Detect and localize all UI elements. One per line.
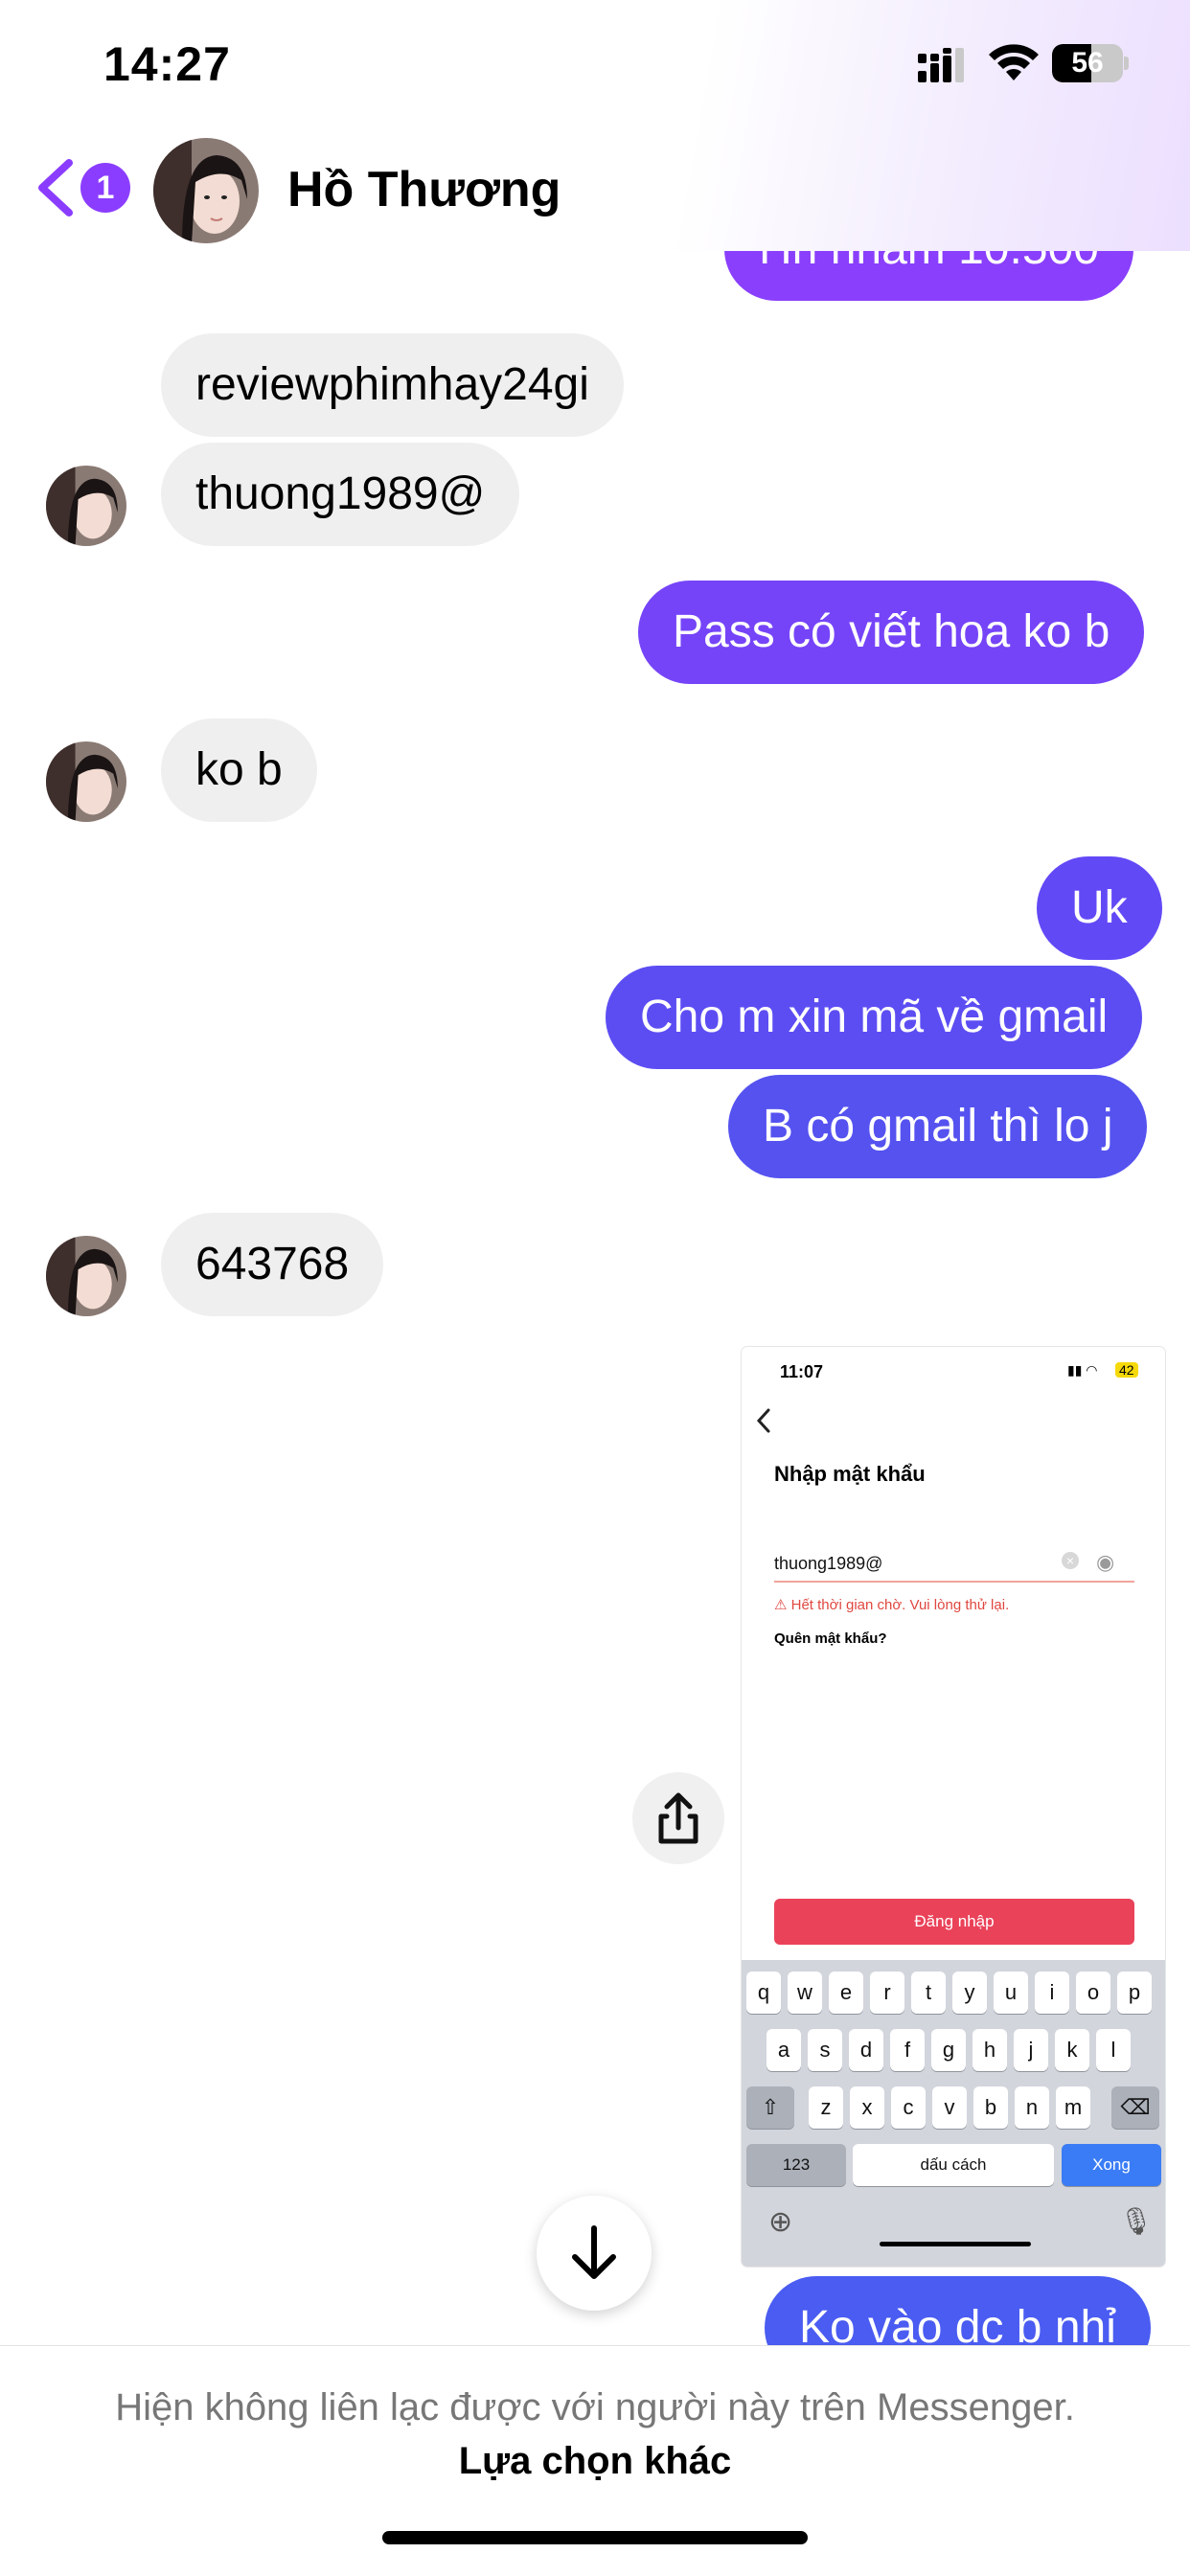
attachment-error: Hết thời gian chờ. Vui lòng thử lại. xyxy=(790,1597,1010,1613)
message-bubble-incoming[interactable]: thuong1989@ xyxy=(161,443,520,546)
globe-icon: ⊕ xyxy=(768,2206,793,2238)
cellular-signal-icon xyxy=(918,48,964,82)
message-bubble-outgoing[interactable]: B có gmail thì lo j xyxy=(728,1075,1148,1178)
key-e: e xyxy=(829,1972,863,2014)
key-numbers: 123 xyxy=(746,2144,846,2186)
key-y: y xyxy=(952,1972,987,2014)
avatar-photo xyxy=(153,138,259,243)
delete-icon: ⌫ xyxy=(1111,2086,1159,2129)
key-m: m xyxy=(1056,2086,1090,2129)
avatar-photo xyxy=(46,1236,126,1316)
message-bubble-incoming[interactable]: ko b xyxy=(161,718,317,822)
key-w: w xyxy=(788,1972,822,2014)
share-button[interactable] xyxy=(632,1772,724,1864)
key-d: d xyxy=(849,2029,883,2071)
clear-icon: × xyxy=(1062,1552,1079,1569)
key-j: j xyxy=(1014,2029,1048,2071)
key-r: r xyxy=(870,1972,904,2014)
chevron-left-icon xyxy=(756,1408,770,1433)
contact-avatar-small[interactable] xyxy=(46,741,126,822)
contact-avatar-small[interactable] xyxy=(46,466,126,546)
message-bubble-outgoing[interactable]: Uk xyxy=(1037,856,1162,960)
key-o: o xyxy=(1076,1972,1110,2014)
attachment-keyboard: q w e r t y u i o p a s d f g h j k l ⇧ z x c v b n m ⌫ 123 dấu cách X… xyxy=(742,1960,1165,2267)
image-attachment[interactable]: 11:07 ▮▮ ◠ 42 Nhập mật khẩu thuong1989@ … xyxy=(742,1347,1165,2267)
attachment-error-text: ⚠ Hết thời gian chờ. Vui lòng thử lại. xyxy=(774,1597,1010,1613)
key-z: z xyxy=(809,2086,843,2129)
key-f: f xyxy=(890,2029,925,2071)
key-q: q xyxy=(746,1972,781,2014)
share-icon xyxy=(658,1792,698,1844)
message-bubble-outgoing[interactable]: Pass có viết hoa ko b xyxy=(638,581,1145,684)
microphone-icon: 🎙 xyxy=(1119,2206,1154,2236)
other-options-link[interactable]: Lựa chọn khác xyxy=(0,2440,1190,2483)
key-b: b xyxy=(973,2086,1008,2129)
attachment-status-icons: ▮▮ ◠ xyxy=(1067,1362,1098,1378)
key-a: a xyxy=(767,2029,801,2071)
avatar-photo xyxy=(46,741,126,822)
attachment-status-time: 11:07 xyxy=(780,1362,824,1381)
home-indicator xyxy=(382,2531,808,2544)
status-time: 14:27 xyxy=(103,37,231,91)
conversation-header: 14:27 56 1 Hồ Thương xyxy=(0,0,1190,251)
key-p: p xyxy=(1117,1972,1152,2014)
message-bubble-outgoing[interactable]: Cho m xin mã về gmail xyxy=(606,966,1143,1069)
attachment-home-indicator xyxy=(880,2242,1031,2246)
attachment-battery: 42 xyxy=(1115,1362,1138,1378)
shift-icon: ⇧ xyxy=(746,2086,794,2129)
wifi-icon xyxy=(989,44,1039,80)
back-button[interactable]: 1 xyxy=(34,157,140,218)
attachment-login-button: Đăng nhập xyxy=(774,1899,1134,1945)
key-g: g xyxy=(931,2029,966,2071)
key-done: Xong xyxy=(1062,2144,1161,2186)
contact-avatar-small[interactable] xyxy=(46,1236,126,1316)
key-i: i xyxy=(1035,1972,1069,2014)
key-v: v xyxy=(932,2086,967,2129)
key-space: dấu cách xyxy=(853,2144,1054,2186)
message-bubble-incoming[interactable]: reviewphimhay24gi xyxy=(161,333,624,437)
unread-count-badge: 1 xyxy=(80,163,130,213)
key-s: s xyxy=(808,2029,842,2071)
key-h: h xyxy=(973,2029,1007,2071)
attachment-password-value: thuong1989@ xyxy=(774,1554,883,1573)
battery-percent: 56 xyxy=(1071,47,1104,79)
key-c: c xyxy=(891,2086,926,2129)
chevron-left-icon xyxy=(38,159,73,217)
eye-icon: ◉ xyxy=(1096,1550,1115,1574)
scroll-to-bottom-button[interactable] xyxy=(537,2196,652,2311)
battery-indicator: 56 xyxy=(1052,44,1129,82)
message-bubble-incoming[interactable]: 643768 xyxy=(161,1213,384,1316)
contact-name[interactable]: Hồ Thương xyxy=(287,161,561,218)
key-x: x xyxy=(850,2086,884,2129)
key-t: t xyxy=(911,1972,946,2014)
key-n: n xyxy=(1015,2086,1049,2129)
attachment-forgot: Quên mật khẩu? xyxy=(774,1630,887,1647)
key-u: u xyxy=(994,1972,1028,2014)
attachment-title: Nhập mật khẩu xyxy=(774,1462,926,1486)
arrow-down-icon xyxy=(572,2225,616,2279)
unavailable-notice: Hiện không liên lạc được với người này t… xyxy=(115,2386,1075,2428)
key-l: l xyxy=(1096,2029,1131,2071)
avatar-photo xyxy=(46,466,126,546)
contact-avatar[interactable] xyxy=(153,138,259,243)
key-k: k xyxy=(1055,2029,1089,2071)
